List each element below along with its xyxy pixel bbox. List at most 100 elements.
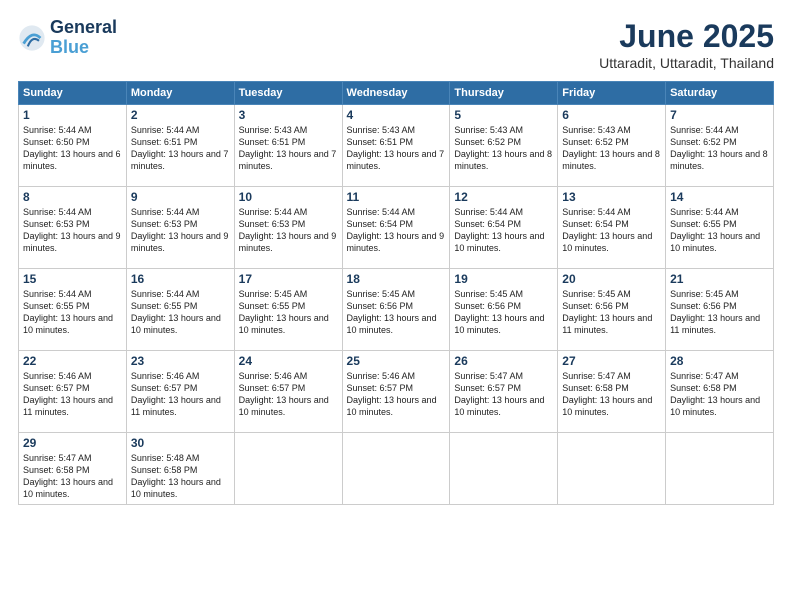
day-number: 2 bbox=[131, 108, 230, 122]
calendar-cell: 13 Sunrise: 5:44 AMSunset: 6:54 PMDaylig… bbox=[558, 187, 666, 269]
cell-info: Sunrise: 5:45 AMSunset: 6:55 PMDaylight:… bbox=[239, 288, 338, 337]
calendar-cell: 14 Sunrise: 5:44 AMSunset: 6:55 PMDaylig… bbox=[666, 187, 774, 269]
cell-info: Sunrise: 5:46 AMSunset: 6:57 PMDaylight:… bbox=[239, 370, 338, 419]
cell-info: Sunrise: 5:43 AMSunset: 6:51 PMDaylight:… bbox=[239, 124, 338, 173]
cell-info: Sunrise: 5:45 AMSunset: 6:56 PMDaylight:… bbox=[562, 288, 661, 337]
calendar-cell: 22 Sunrise: 5:46 AMSunset: 6:57 PMDaylig… bbox=[19, 351, 127, 433]
day-number: 4 bbox=[347, 108, 446, 122]
cell-info: Sunrise: 5:47 AMSunset: 6:58 PMDaylight:… bbox=[23, 452, 122, 501]
cell-info: Sunrise: 5:44 AMSunset: 6:55 PMDaylight:… bbox=[131, 288, 230, 337]
location: Uttaradit, Uttaradit, Thailand bbox=[599, 55, 774, 71]
calendar-cell: 11 Sunrise: 5:44 AMSunset: 6:54 PMDaylig… bbox=[342, 187, 450, 269]
calendar-cell: 3 Sunrise: 5:43 AMSunset: 6:51 PMDayligh… bbox=[234, 105, 342, 187]
cell-info: Sunrise: 5:44 AMSunset: 6:54 PMDaylight:… bbox=[347, 206, 446, 255]
logo-text: GeneralBlue bbox=[50, 18, 117, 58]
cell-info: Sunrise: 5:43 AMSunset: 6:51 PMDaylight:… bbox=[347, 124, 446, 173]
calendar-cell: 2 Sunrise: 5:44 AMSunset: 6:51 PMDayligh… bbox=[126, 105, 234, 187]
day-number: 30 bbox=[131, 436, 230, 450]
cell-info: Sunrise: 5:44 AMSunset: 6:54 PMDaylight:… bbox=[454, 206, 553, 255]
cell-info: Sunrise: 5:44 AMSunset: 6:55 PMDaylight:… bbox=[23, 288, 122, 337]
day-number: 15 bbox=[23, 272, 122, 286]
day-number: 26 bbox=[454, 354, 553, 368]
day-number: 24 bbox=[239, 354, 338, 368]
day-number: 27 bbox=[562, 354, 661, 368]
day-number: 19 bbox=[454, 272, 553, 286]
day-number: 28 bbox=[670, 354, 769, 368]
col-tuesday: Tuesday bbox=[234, 82, 342, 105]
cell-info: Sunrise: 5:48 AMSunset: 6:58 PMDaylight:… bbox=[131, 452, 230, 501]
cell-info: Sunrise: 5:47 AMSunset: 6:57 PMDaylight:… bbox=[454, 370, 553, 419]
calendar-cell: 30 Sunrise: 5:48 AMSunset: 6:58 PMDaylig… bbox=[126, 433, 234, 505]
day-number: 8 bbox=[23, 190, 122, 204]
day-number: 25 bbox=[347, 354, 446, 368]
calendar-week-row: 15 Sunrise: 5:44 AMSunset: 6:55 PMDaylig… bbox=[19, 269, 774, 351]
cell-info: Sunrise: 5:45 AMSunset: 6:56 PMDaylight:… bbox=[670, 288, 769, 337]
day-number: 12 bbox=[454, 190, 553, 204]
calendar-cell bbox=[234, 433, 342, 505]
day-number: 16 bbox=[131, 272, 230, 286]
calendar-cell: 10 Sunrise: 5:44 AMSunset: 6:53 PMDaylig… bbox=[234, 187, 342, 269]
cell-info: Sunrise: 5:44 AMSunset: 6:53 PMDaylight:… bbox=[239, 206, 338, 255]
calendar-cell: 26 Sunrise: 5:47 AMSunset: 6:57 PMDaylig… bbox=[450, 351, 558, 433]
calendar-week-row: 29 Sunrise: 5:47 AMSunset: 6:58 PMDaylig… bbox=[19, 433, 774, 505]
cell-info: Sunrise: 5:45 AMSunset: 6:56 PMDaylight:… bbox=[454, 288, 553, 337]
calendar-cell: 1 Sunrise: 5:44 AMSunset: 6:50 PMDayligh… bbox=[19, 105, 127, 187]
calendar-cell: 24 Sunrise: 5:46 AMSunset: 6:57 PMDaylig… bbox=[234, 351, 342, 433]
calendar-cell: 7 Sunrise: 5:44 AMSunset: 6:52 PMDayligh… bbox=[666, 105, 774, 187]
day-number: 18 bbox=[347, 272, 446, 286]
calendar-cell: 17 Sunrise: 5:45 AMSunset: 6:55 PMDaylig… bbox=[234, 269, 342, 351]
day-number: 13 bbox=[562, 190, 661, 204]
cell-info: Sunrise: 5:47 AMSunset: 6:58 PMDaylight:… bbox=[562, 370, 661, 419]
calendar-cell: 28 Sunrise: 5:47 AMSunset: 6:58 PMDaylig… bbox=[666, 351, 774, 433]
cell-info: Sunrise: 5:44 AMSunset: 6:53 PMDaylight:… bbox=[131, 206, 230, 255]
day-number: 10 bbox=[239, 190, 338, 204]
calendar-week-row: 1 Sunrise: 5:44 AMSunset: 6:50 PMDayligh… bbox=[19, 105, 774, 187]
month-title: June 2025 bbox=[599, 18, 774, 55]
calendar-cell: 12 Sunrise: 5:44 AMSunset: 6:54 PMDaylig… bbox=[450, 187, 558, 269]
cell-info: Sunrise: 5:46 AMSunset: 6:57 PMDaylight:… bbox=[23, 370, 122, 419]
logo: GeneralBlue bbox=[18, 18, 117, 58]
calendar-cell: 18 Sunrise: 5:45 AMSunset: 6:56 PMDaylig… bbox=[342, 269, 450, 351]
day-number: 9 bbox=[131, 190, 230, 204]
calendar-cell: 19 Sunrise: 5:45 AMSunset: 6:56 PMDaylig… bbox=[450, 269, 558, 351]
cell-info: Sunrise: 5:43 AMSunset: 6:52 PMDaylight:… bbox=[454, 124, 553, 173]
day-number: 3 bbox=[239, 108, 338, 122]
calendar-header-row: Sunday Monday Tuesday Wednesday Thursday… bbox=[19, 82, 774, 105]
cell-info: Sunrise: 5:43 AMSunset: 6:52 PMDaylight:… bbox=[562, 124, 661, 173]
cell-info: Sunrise: 5:44 AMSunset: 6:55 PMDaylight:… bbox=[670, 206, 769, 255]
calendar-cell: 9 Sunrise: 5:44 AMSunset: 6:53 PMDayligh… bbox=[126, 187, 234, 269]
day-number: 14 bbox=[670, 190, 769, 204]
col-saturday: Saturday bbox=[666, 82, 774, 105]
calendar-cell: 23 Sunrise: 5:46 AMSunset: 6:57 PMDaylig… bbox=[126, 351, 234, 433]
cell-info: Sunrise: 5:46 AMSunset: 6:57 PMDaylight:… bbox=[347, 370, 446, 419]
day-number: 7 bbox=[670, 108, 769, 122]
calendar-cell bbox=[450, 433, 558, 505]
col-friday: Friday bbox=[558, 82, 666, 105]
calendar-cell bbox=[558, 433, 666, 505]
title-section: June 2025 Uttaradit, Uttaradit, Thailand bbox=[599, 18, 774, 71]
day-number: 23 bbox=[131, 354, 230, 368]
day-number: 1 bbox=[23, 108, 122, 122]
col-monday: Monday bbox=[126, 82, 234, 105]
cell-info: Sunrise: 5:47 AMSunset: 6:58 PMDaylight:… bbox=[670, 370, 769, 419]
cell-info: Sunrise: 5:46 AMSunset: 6:57 PMDaylight:… bbox=[131, 370, 230, 419]
day-number: 11 bbox=[347, 190, 446, 204]
col-thursday: Thursday bbox=[450, 82, 558, 105]
page: GeneralBlue June 2025 Uttaradit, Uttarad… bbox=[0, 0, 792, 612]
cell-info: Sunrise: 5:44 AMSunset: 6:52 PMDaylight:… bbox=[670, 124, 769, 173]
calendar-cell: 4 Sunrise: 5:43 AMSunset: 6:51 PMDayligh… bbox=[342, 105, 450, 187]
col-wednesday: Wednesday bbox=[342, 82, 450, 105]
calendar-week-row: 22 Sunrise: 5:46 AMSunset: 6:57 PMDaylig… bbox=[19, 351, 774, 433]
calendar-cell: 16 Sunrise: 5:44 AMSunset: 6:55 PMDaylig… bbox=[126, 269, 234, 351]
calendar-cell: 27 Sunrise: 5:47 AMSunset: 6:58 PMDaylig… bbox=[558, 351, 666, 433]
logo-icon bbox=[18, 24, 46, 52]
day-number: 29 bbox=[23, 436, 122, 450]
calendar-table: Sunday Monday Tuesday Wednesday Thursday… bbox=[18, 81, 774, 505]
cell-info: Sunrise: 5:44 AMSunset: 6:51 PMDaylight:… bbox=[131, 124, 230, 173]
calendar-cell: 6 Sunrise: 5:43 AMSunset: 6:52 PMDayligh… bbox=[558, 105, 666, 187]
calendar-cell: 8 Sunrise: 5:44 AMSunset: 6:53 PMDayligh… bbox=[19, 187, 127, 269]
cell-info: Sunrise: 5:44 AMSunset: 6:53 PMDaylight:… bbox=[23, 206, 122, 255]
calendar-cell bbox=[342, 433, 450, 505]
calendar-cell bbox=[666, 433, 774, 505]
cell-info: Sunrise: 5:45 AMSunset: 6:56 PMDaylight:… bbox=[347, 288, 446, 337]
